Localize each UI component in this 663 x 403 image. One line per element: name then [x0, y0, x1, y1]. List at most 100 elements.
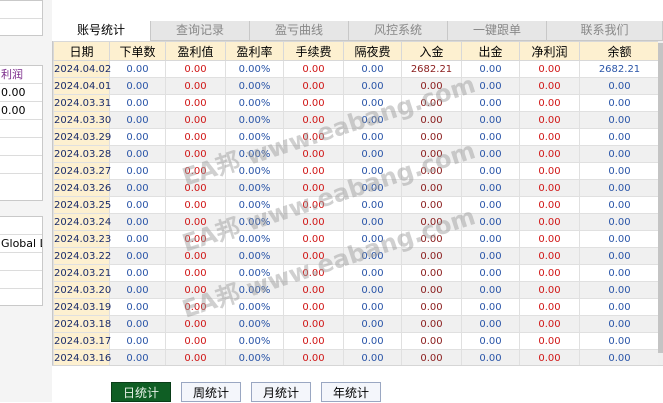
column-header-withdrawal[interactable]: 出金	[461, 41, 520, 61]
column-header-balance[interactable]: 余额	[579, 41, 659, 61]
cell-swap: 0.00	[343, 145, 402, 163]
cell-swap: 0.00	[343, 94, 402, 112]
cell-commission: 0.00	[283, 196, 344, 214]
table-row[interactable]: 2024.03.28 0.00 0.00 0.00% 0.00 0.00 0.00 0.00 0…	[53, 145, 659, 163]
cell-profit-rate: 0.00%	[225, 128, 284, 146]
tab-account-stats[interactable]: 账号统计	[52, 21, 151, 41]
cell-commission: 0.00	[283, 349, 344, 365]
table-row[interactable]: 2024.04.02 0.00 0.00 0.00% 0.00 0.00 2682.21 0.…	[53, 60, 659, 78]
yearly-stats-button[interactable]: 年统计	[321, 382, 381, 402]
cell-deposit: 0.00	[401, 230, 462, 248]
cell-orders: 0.00	[109, 60, 166, 78]
cell-profit-rate: 0.00%	[225, 315, 284, 333]
cell-deposit: 0.00	[401, 332, 462, 350]
cell-profit: 0.00	[165, 230, 226, 248]
cell-orders: 0.00	[109, 162, 166, 180]
table-row[interactable]: 2024.03.22 0.00 0.00 0.00% 0.00 0.00 0.00 0.00 0…	[53, 247, 659, 265]
cell-orders: 0.00	[109, 315, 166, 333]
cell-profit: 0.00	[165, 315, 226, 333]
table-row[interactable]: 2024.03.17 0.00 0.00 0.00% 0.00 0.00 0.00 0.00 0…	[53, 332, 659, 350]
table-row[interactable]: 2024.03.25 0.00 0.00 0.00% 0.00 0.00 0.00 0.00 0…	[53, 196, 659, 214]
column-header-commission[interactable]: 手续费	[283, 41, 344, 61]
vertical-scrollbar[interactable]	[658, 41, 663, 365]
table-row[interactable]: 2024.03.31 0.00 0.00 0.00% 0.00 0.00 0.00 0.00 0…	[53, 94, 659, 112]
table-row[interactable]: 2024.03.20 0.00 0.00 0.00% 0.00 0.00 0.00 0.00 0…	[53, 281, 659, 299]
left-box-profit-row	[0, 120, 42, 138]
cell-balance: 0.00	[579, 281, 659, 299]
table-row[interactable]: 2024.03.21 0.00 0.00 0.00% 0.00 0.00 0.00 0.00 0…	[53, 264, 659, 282]
table-body: 2024.04.02 0.00 0.00 0.00% 0.00 0.00 2682.21 0.…	[53, 60, 659, 365]
cell-net-profit: 0.00	[519, 230, 580, 248]
cell-profit: 0.00	[165, 111, 226, 129]
cell-withdrawal: 0.00	[461, 264, 520, 282]
column-header-net-profit[interactable]: 净利润	[519, 41, 580, 61]
table-row[interactable]: 2024.03.30 0.00 0.00 0.00% 0.00 0.00 0.00 0.00 0…	[53, 111, 659, 129]
cell-orders: 0.00	[109, 145, 166, 163]
column-header-profit-rate[interactable]: 盈利率	[225, 41, 284, 61]
table-row[interactable]: 2024.03.19 0.00 0.00 0.00% 0.00 0.00 0.00 0.00 0…	[53, 298, 659, 316]
cell-net-profit: 0.00	[519, 179, 580, 197]
left-box-server-row	[0, 289, 42, 306]
cell-date: 2024.03.31	[53, 94, 111, 112]
column-header-swap[interactable]: 隔夜费	[343, 41, 402, 61]
cell-profit: 0.00	[165, 213, 226, 231]
cell-balance: 0.00	[579, 315, 659, 333]
cell-deposit: 0.00	[401, 196, 462, 214]
table-row[interactable]: 2024.03.29 0.00 0.00 0.00% 0.00 0.00 0.00 0.00 0…	[53, 128, 659, 146]
monthly-stats-button[interactable]: 月统计	[251, 382, 311, 402]
tab-risk-control[interactable]: 风控系统	[349, 21, 448, 40]
scrollbar-thumb[interactable]	[658, 43, 663, 353]
tab-query-records[interactable]: 查询记录	[151, 21, 250, 40]
table-row[interactable]: 2024.03.18 0.00 0.00 0.00% 0.00 0.00 0.00 0.00 0…	[53, 315, 659, 333]
cell-withdrawal: 0.00	[461, 247, 520, 265]
table-row[interactable]: 2024.04.01 0.00 0.00 0.00% 0.00 0.00 0.00 0.00 0…	[53, 77, 659, 95]
cell-deposit: 0.00	[401, 179, 462, 197]
cell-net-profit: 0.00	[519, 145, 580, 163]
cell-profit-rate: 0.00%	[225, 213, 284, 231]
cell-swap: 0.00	[343, 298, 402, 316]
table-row[interactable]: 2024.03.26 0.00 0.00 0.00% 0.00 0.00 0.00 0.00 0…	[53, 179, 659, 197]
tab-copy-trade[interactable]: 一键跟单	[448, 21, 547, 40]
column-header-orders[interactable]: 下单数	[109, 41, 166, 61]
cell-withdrawal: 0.00	[461, 94, 520, 112]
cell-commission: 0.00	[283, 315, 344, 333]
column-header-date[interactable]: 日期	[53, 41, 110, 61]
cell-orders: 0.00	[109, 196, 166, 214]
cell-net-profit: 0.00	[519, 281, 580, 299]
cell-balance: 0.00	[579, 247, 659, 265]
cell-commission: 0.00	[283, 145, 344, 163]
cell-swap: 0.00	[343, 111, 402, 129]
cell-commission: 0.00	[283, 298, 344, 316]
column-header-profit[interactable]: 盈利值	[165, 41, 226, 61]
cell-net-profit: 0.00	[519, 315, 580, 333]
cell-swap: 0.00	[343, 247, 402, 265]
cell-balance: 0.00	[579, 349, 659, 365]
left-box-profit-row	[0, 174, 42, 191]
cell-net-profit: 0.00	[519, 94, 580, 112]
cell-profit: 0.00	[165, 162, 226, 180]
cell-date: 2024.03.17	[53, 332, 111, 350]
left-box-top-row	[0, 1, 42, 19]
cell-profit-rate: 0.00%	[225, 196, 284, 214]
tab-contact-us[interactable]: 联系我们	[547, 21, 663, 40]
cell-profit-rate: 0.00%	[225, 162, 284, 180]
cell-balance: 0.00	[579, 77, 659, 95]
cell-profit-rate: 0.00%	[225, 179, 284, 197]
cell-profit: 0.00	[165, 247, 226, 265]
table-row[interactable]: 2024.03.23 0.00 0.00 0.00% 0.00 0.00 0.00 0.00 0…	[53, 230, 659, 248]
table-row[interactable]: 2024.03.27 0.00 0.00 0.00% 0.00 0.00 0.00 0.00 0…	[53, 162, 659, 180]
cell-date: 2024.04.02	[53, 60, 111, 78]
cell-deposit: 0.00	[401, 349, 462, 365]
weekly-stats-button[interactable]: 周统计	[181, 382, 241, 402]
cell-orders: 0.00	[109, 247, 166, 265]
daily-stats-button[interactable]: 日统计	[111, 382, 171, 402]
column-header-deposit[interactable]: 入金	[401, 41, 462, 61]
cell-orders: 0.00	[109, 349, 166, 365]
table-row[interactable]: 2024.03.24 0.00 0.00 0.00% 0.00 0.00 0.00 0.00 0…	[53, 213, 659, 231]
cell-profit: 0.00	[165, 298, 226, 316]
cell-withdrawal: 0.00	[461, 162, 520, 180]
tab-pnl-curve[interactable]: 盈亏曲线	[250, 21, 349, 40]
cell-swap: 0.00	[343, 213, 402, 231]
table-row[interactable]: 2024.03.16 0.00 0.00 0.00% 0.00 0.00 0.00 0.00 0…	[53, 349, 659, 365]
cell-withdrawal: 0.00	[461, 60, 520, 78]
